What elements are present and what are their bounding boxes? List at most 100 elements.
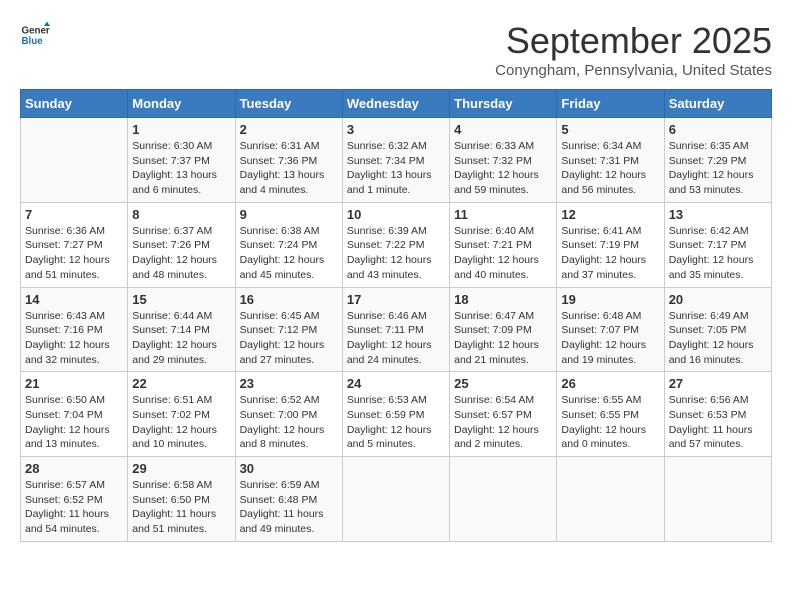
weekday-header-cell: Friday bbox=[557, 90, 664, 118]
calendar-cell: 16 Sunrise: 6:45 AMSunset: 7:12 PMDayligh… bbox=[235, 287, 342, 372]
calendar-cell: 1Sunrise: 6:30 AMSunset: 7:37 PMDaylight… bbox=[128, 118, 235, 203]
day-number: 21 bbox=[25, 376, 123, 391]
day-info: Sunrise: 6:57 AMSunset: 6:52 PMDaylight:… bbox=[25, 478, 123, 537]
location-title: Conyngham, Pennsylvania, United States bbox=[495, 62, 772, 79]
weekday-header-cell: Tuesday bbox=[235, 90, 342, 118]
calendar-cell: 14 Sunrise: 6:43 AMSunset: 7:16 PMDayligh… bbox=[21, 287, 128, 372]
calendar-week-row: 28 Sunrise: 6:57 AMSunset: 6:52 PMDayligh… bbox=[21, 457, 772, 542]
calendar-week-row: 1Sunrise: 6:30 AMSunset: 7:37 PMDaylight… bbox=[21, 118, 772, 203]
day-info: Sunrise: 6:32 AMSunset: 7:34 PMDaylight:… bbox=[347, 139, 445, 198]
calendar-cell: 18 Sunrise: 6:47 AMSunset: 7:09 PMDayligh… bbox=[450, 287, 557, 372]
calendar-cell: 10 Sunrise: 6:39 AMSunset: 7:22 PMDayligh… bbox=[342, 202, 449, 287]
day-number: 9 bbox=[240, 207, 338, 222]
day-number: 4 bbox=[454, 122, 552, 137]
calendar-cell: 25 Sunrise: 6:54 AMSunset: 6:57 PMDayligh… bbox=[450, 372, 557, 457]
calendar-cell: 5Sunrise: 6:34 AMSunset: 7:31 PMDaylight… bbox=[557, 118, 664, 203]
day-number: 20 bbox=[669, 292, 767, 307]
day-info: Sunrise: 6:47 AMSunset: 7:09 PMDaylight:… bbox=[454, 309, 552, 368]
weekday-header-cell: Monday bbox=[128, 90, 235, 118]
calendar-cell: 20 Sunrise: 6:49 AMSunset: 7:05 PMDayligh… bbox=[664, 287, 771, 372]
calendar-table: SundayMondayTuesdayWednesdayThursdayFrid… bbox=[20, 89, 772, 542]
day-number: 16 bbox=[240, 292, 338, 307]
weekday-header-cell: Saturday bbox=[664, 90, 771, 118]
day-info: Sunrise: 6:42 AMSunset: 7:17 PMDaylight:… bbox=[669, 224, 767, 283]
day-info: Sunrise: 6:48 AMSunset: 7:07 PMDaylight:… bbox=[561, 309, 659, 368]
calendar-cell: 24Sunrise: 6:53 AMSunset: 6:59 PMDayligh… bbox=[342, 372, 449, 457]
calendar-cell bbox=[450, 457, 557, 542]
calendar-cell: 11 Sunrise: 6:40 AMSunset: 7:21 PMDayligh… bbox=[450, 202, 557, 287]
day-info: Sunrise: 6:55 AMSunset: 6:55 PMDaylight:… bbox=[561, 393, 659, 452]
svg-text:General: General bbox=[22, 26, 51, 37]
day-info: Sunrise: 6:56 AMSunset: 6:53 PMDaylight:… bbox=[669, 393, 767, 452]
day-info: Sunrise: 6:37 AMSunset: 7:26 PMDaylight:… bbox=[132, 224, 230, 283]
month-title: September 2025 bbox=[495, 20, 772, 62]
calendar-cell: 8 Sunrise: 6:37 AMSunset: 7:26 PMDaylight… bbox=[128, 202, 235, 287]
day-number: 5 bbox=[561, 122, 659, 137]
day-number: 12 bbox=[561, 207, 659, 222]
day-number: 22 bbox=[132, 376, 230, 391]
day-info: Sunrise: 6:52 AMSunset: 7:00 PMDaylight:… bbox=[240, 393, 338, 452]
page-header: General Blue September 2025 Conyngham, P… bbox=[20, 20, 772, 79]
title-area: September 2025 Conyngham, Pennsylvania, … bbox=[495, 20, 772, 79]
calendar-cell: 7 Sunrise: 6:36 AMSunset: 7:27 PMDaylight… bbox=[21, 202, 128, 287]
day-number: 29 bbox=[132, 461, 230, 476]
day-info: Sunrise: 6:39 AMSunset: 7:22 PMDaylight:… bbox=[347, 224, 445, 283]
day-info: Sunrise: 6:50 AMSunset: 7:04 PMDaylight:… bbox=[25, 393, 123, 452]
day-number: 11 bbox=[454, 207, 552, 222]
calendar-cell bbox=[21, 118, 128, 203]
calendar-cell: 26 Sunrise: 6:55 AMSunset: 6:55 PMDayligh… bbox=[557, 372, 664, 457]
calendar-cell: 12 Sunrise: 6:41 AMSunset: 7:19 PMDayligh… bbox=[557, 202, 664, 287]
day-info: Sunrise: 6:41 AMSunset: 7:19 PMDaylight:… bbox=[561, 224, 659, 283]
logo-icon: General Blue bbox=[20, 20, 50, 50]
day-info: Sunrise: 6:49 AMSunset: 7:05 PMDaylight:… bbox=[669, 309, 767, 368]
calendar-cell: 3 Sunrise: 6:32 AMSunset: 7:34 PMDaylight… bbox=[342, 118, 449, 203]
day-number: 27 bbox=[669, 376, 767, 391]
calendar-cell: 28 Sunrise: 6:57 AMSunset: 6:52 PMDayligh… bbox=[21, 457, 128, 542]
svg-text:Blue: Blue bbox=[22, 36, 44, 47]
day-number: 3 bbox=[347, 122, 445, 137]
day-info: Sunrise: 6:43 AMSunset: 7:16 PMDaylight:… bbox=[25, 309, 123, 368]
calendar-body: 1Sunrise: 6:30 AMSunset: 7:37 PMDaylight… bbox=[21, 118, 772, 542]
calendar-cell: 17 Sunrise: 6:46 AMSunset: 7:11 PMDayligh… bbox=[342, 287, 449, 372]
weekday-header-cell: Thursday bbox=[450, 90, 557, 118]
day-number: 19 bbox=[561, 292, 659, 307]
day-info: Sunrise: 6:36 AMSunset: 7:27 PMDaylight:… bbox=[25, 224, 123, 283]
day-number: 14 bbox=[25, 292, 123, 307]
calendar-cell: 21 Sunrise: 6:50 AMSunset: 7:04 PMDayligh… bbox=[21, 372, 128, 457]
calendar-cell bbox=[664, 457, 771, 542]
calendar-cell: 2Sunrise: 6:31 AMSunset: 7:36 PMDaylight… bbox=[235, 118, 342, 203]
logo: General Blue bbox=[20, 20, 50, 50]
calendar-week-row: 21 Sunrise: 6:50 AMSunset: 7:04 PMDayligh… bbox=[21, 372, 772, 457]
day-number: 7 bbox=[25, 207, 123, 222]
day-info: Sunrise: 6:40 AMSunset: 7:21 PMDaylight:… bbox=[454, 224, 552, 283]
day-number: 2 bbox=[240, 122, 338, 137]
calendar-week-row: 7 Sunrise: 6:36 AMSunset: 7:27 PMDaylight… bbox=[21, 202, 772, 287]
day-info: Sunrise: 6:58 AMSunset: 6:50 PMDaylight:… bbox=[132, 478, 230, 537]
day-info: Sunrise: 6:45 AMSunset: 7:12 PMDaylight:… bbox=[240, 309, 338, 368]
day-info: Sunrise: 6:59 AMSunset: 6:48 PMDaylight:… bbox=[240, 478, 338, 537]
day-number: 17 bbox=[347, 292, 445, 307]
calendar-cell: 27 Sunrise: 6:56 AMSunset: 6:53 PMDayligh… bbox=[664, 372, 771, 457]
day-info: Sunrise: 6:35 AMSunset: 7:29 PMDaylight:… bbox=[669, 139, 767, 198]
calendar-cell: 13Sunrise: 6:42 AMSunset: 7:17 PMDayligh… bbox=[664, 202, 771, 287]
day-number: 26 bbox=[561, 376, 659, 391]
day-number: 6 bbox=[669, 122, 767, 137]
weekday-header-row: SundayMondayTuesdayWednesdayThursdayFrid… bbox=[21, 90, 772, 118]
calendar-cell bbox=[557, 457, 664, 542]
calendar-cell: 30 Sunrise: 6:59 AMSunset: 6:48 PMDayligh… bbox=[235, 457, 342, 542]
calendar-cell: 19 Sunrise: 6:48 AMSunset: 7:07 PMDayligh… bbox=[557, 287, 664, 372]
day-number: 30 bbox=[240, 461, 338, 476]
day-info: Sunrise: 6:54 AMSunset: 6:57 PMDaylight:… bbox=[454, 393, 552, 452]
day-number: 25 bbox=[454, 376, 552, 391]
calendar-cell: 22 Sunrise: 6:51 AMSunset: 7:02 PMDayligh… bbox=[128, 372, 235, 457]
day-info: Sunrise: 6:46 AMSunset: 7:11 PMDaylight:… bbox=[347, 309, 445, 368]
day-number: 10 bbox=[347, 207, 445, 222]
calendar-cell: 6 Sunrise: 6:35 AMSunset: 7:29 PMDaylight… bbox=[664, 118, 771, 203]
day-info: Sunrise: 6:51 AMSunset: 7:02 PMDaylight:… bbox=[132, 393, 230, 452]
day-number: 28 bbox=[25, 461, 123, 476]
day-number: 18 bbox=[454, 292, 552, 307]
calendar-cell bbox=[342, 457, 449, 542]
day-number: 15 bbox=[132, 292, 230, 307]
day-number: 23 bbox=[240, 376, 338, 391]
day-number: 8 bbox=[132, 207, 230, 222]
